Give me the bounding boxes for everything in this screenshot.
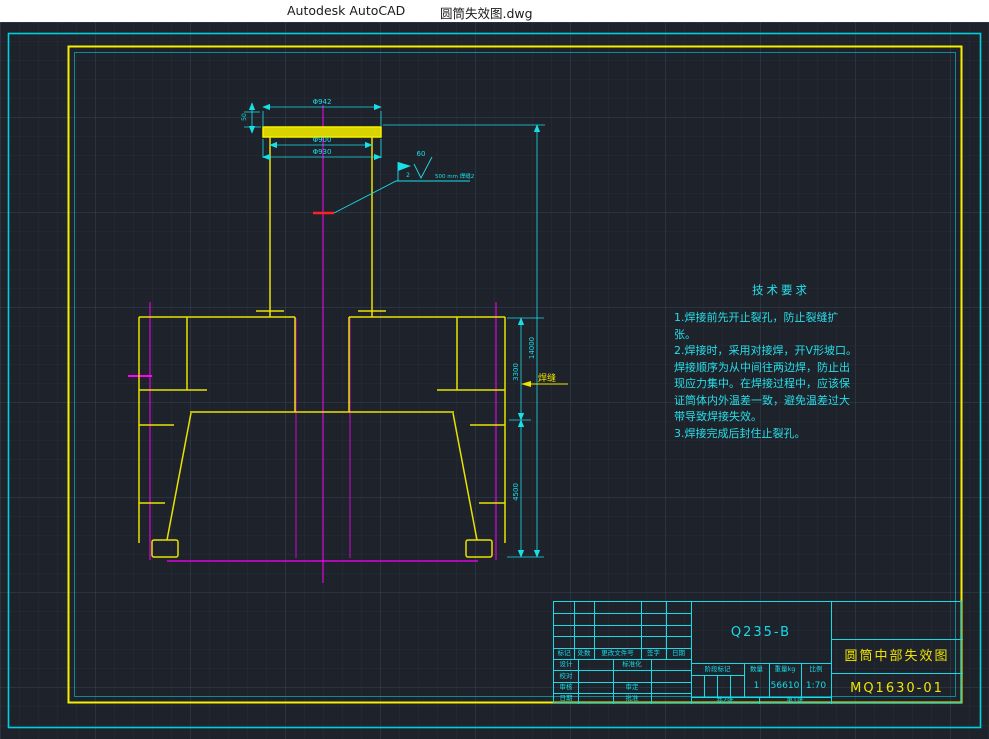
material-grade: Q235-B xyxy=(691,615,831,649)
weld-callout-label: 焊缝 xyxy=(538,372,556,384)
rev-date-header: 日期 xyxy=(666,648,691,659)
autocad-window: Autodesk AutoCAD 圆筒失效图.dwg xyxy=(0,0,989,739)
tech-req-line: 带导致焊接失效。 xyxy=(674,409,888,426)
dim-lower-height: 4500 xyxy=(512,483,520,501)
tech-req-line: 3.焊接完成后封住止裂孔。 xyxy=(674,426,888,443)
rev-mark-header: 标记 xyxy=(554,648,574,659)
tech-req-line: 焊接顺序为从中间往两边焊，防止出 xyxy=(674,360,888,377)
drawing-title: 圆筒中部失效图 xyxy=(831,641,963,671)
dimensions[interactable]: Φ942 50 Φ900 Φ930 3300 4500 xyxy=(241,98,545,557)
callout-arrow-icon xyxy=(521,381,531,387)
weld-note: 500 mm 焊缝2 xyxy=(435,172,474,180)
dim-tube-id: Φ900 xyxy=(313,136,332,144)
spec-scale-header: 比例 xyxy=(801,663,831,675)
sign-date-label: 日期 xyxy=(554,693,578,704)
sign-approve-review-label: 审定 xyxy=(613,682,651,693)
tech-req-title: 技术要求 xyxy=(674,282,888,298)
field-weld-flag-icon xyxy=(398,162,411,171)
tech-req-line: 2.焊接时，采用对接焊，开V形坡口。 xyxy=(674,343,888,360)
slope-right xyxy=(453,413,477,540)
sign-approve-label: 批准 xyxy=(613,693,651,704)
weld-seam-callout[interactable]: 焊缝 xyxy=(521,372,568,387)
tech-req-line: 证筒体内外温差一致，避免温差过大 xyxy=(674,393,888,410)
foot-right xyxy=(466,540,492,557)
qty-value: 1 xyxy=(744,675,769,697)
sign-review-label: 审核 xyxy=(554,682,578,693)
spec-weight-header: 重量kg xyxy=(769,663,801,675)
weld-angle: 60 xyxy=(417,150,426,158)
weld-gap: 2 xyxy=(406,172,410,179)
sign-design-label: 设计 xyxy=(554,659,578,670)
technical-requirements: 技术要求 1.焊接前先开止裂孔，防止裂缝扩 张。 2.焊接时，采用对接焊，开V形… xyxy=(674,282,888,442)
weld-symbol[interactable]: 60 2 500 mm 焊缝2 xyxy=(334,150,474,213)
scale-value: 1:70 xyxy=(801,675,831,697)
title-block: Q235-B 圆筒中部失效图 MQ1630-01 标记 处数 更改文件号 签字 … xyxy=(553,601,962,703)
tech-req-line: 现应力集中。在焊接过程中，应该保 xyxy=(674,376,888,393)
v-groove-icon xyxy=(414,157,432,178)
sheet-total: 共2张 xyxy=(691,697,759,704)
window-titlebar[interactable]: Autodesk AutoCAD 圆筒失效图.dwg xyxy=(0,0,989,22)
rev-sign-header: 签字 xyxy=(641,648,666,659)
document-title: 圆筒失效图.dwg xyxy=(440,3,533,22)
dim-upper-height: 3300 xyxy=(512,363,520,381)
tech-req-line: 张。 xyxy=(674,327,888,344)
foot-left xyxy=(152,540,178,557)
spec-stage-header: 阶段标记 xyxy=(691,663,744,675)
sheet-current: 第1张 xyxy=(759,697,831,704)
dim-tube-od: Φ930 xyxy=(313,148,332,156)
app-title: Autodesk AutoCAD xyxy=(287,3,405,18)
slope-left xyxy=(167,413,191,540)
dim-flange-od: Φ942 xyxy=(313,98,332,106)
weight-value: 56610 xyxy=(769,675,801,697)
dim-flange-height: 50 xyxy=(241,113,248,121)
rev-file-header: 更改文件号 xyxy=(594,648,641,659)
cylinder-section[interactable] xyxy=(139,127,505,557)
rev-count-header: 处数 xyxy=(574,648,594,659)
sign-check-label: 校对 xyxy=(554,670,578,682)
spec-qty-header: 数量 xyxy=(744,663,769,675)
drawing-number: MQ1630-01 xyxy=(831,675,963,702)
drawing-canvas[interactable]: Φ942 50 Φ900 Φ930 3300 4500 xyxy=(0,22,989,739)
tech-req-line: 1.焊接前先开止裂孔，防止裂缝扩 xyxy=(674,310,888,327)
sign-std-label: 标准化 xyxy=(613,659,651,670)
dim-total-height: 14000 xyxy=(528,337,536,359)
